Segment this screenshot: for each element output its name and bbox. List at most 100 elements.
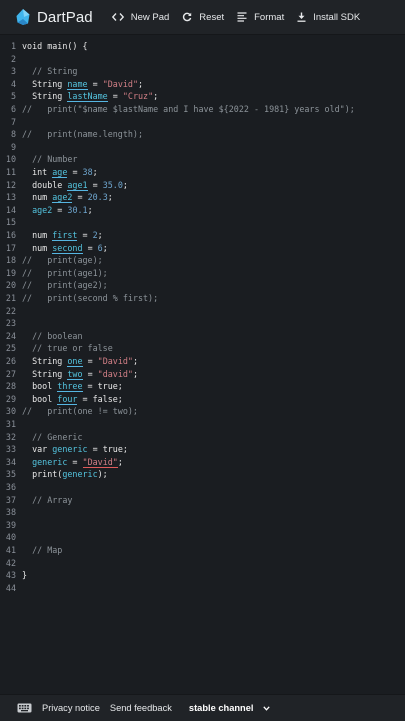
code-token: num [22, 192, 53, 203]
code-text[interactable]: int age = 38; [22, 166, 98, 179]
code-text[interactable]: generic = "David"; [22, 456, 123, 469]
code-token: = [87, 179, 103, 190]
dart-logo-icon [16, 9, 30, 25]
code-token: // print(one != two); [22, 406, 138, 417]
code-text[interactable]: String one = "David"; [22, 355, 138, 368]
code-text[interactable]: // print(second % first); [22, 292, 158, 305]
code-token: lastName [67, 91, 108, 103]
line-number: 5 [10, 91, 16, 102]
code-text[interactable]: } [22, 569, 27, 582]
line-number: 43 [5, 570, 16, 581]
code-token: double [22, 179, 68, 190]
code-text[interactable]: // boolean [22, 330, 82, 343]
reset-label: Reset [199, 11, 225, 23]
download-icon [297, 12, 306, 22]
line-number: 27 [5, 368, 16, 379]
code-token: ; [102, 242, 108, 253]
code-text[interactable]: num second = 6; [22, 242, 108, 255]
code-token: ; [107, 192, 113, 203]
code-token: ; [92, 167, 98, 177]
code-text[interactable]: // true or false [22, 342, 113, 355]
line-number: 10 [5, 154, 16, 165]
code-text[interactable]: // print(age1); [22, 267, 108, 280]
code-text[interactable]: // Number [22, 153, 77, 166]
line-number: 23 [5, 318, 16, 329]
channel-select[interactable]: stable channel [189, 703, 270, 713]
install-sdk-button[interactable]: Install SDK [297, 12, 360, 23]
code-token: "david" [97, 368, 133, 379]
line-number: 2 [10, 53, 16, 64]
keyboard-icon[interactable] [17, 703, 32, 713]
top-toolbar: DartPad New Pad Reset Format Install SDK [0, 0, 405, 35]
code-text[interactable]: // print(age); [22, 254, 103, 267]
code-token: // String [22, 66, 78, 77]
code-text[interactable]: // print(name.length); [22, 128, 143, 141]
format-align-icon [237, 12, 247, 22]
code-token: ); [97, 469, 108, 480]
line-number: 36 [5, 482, 16, 492]
line-number: 16 [5, 230, 16, 240]
line-number: 25 [5, 343, 16, 354]
dartpad-logo[interactable]: DartPad [15, 8, 93, 26]
code-token: = [87, 78, 103, 89]
code-token: "David" [97, 356, 133, 366]
code-text[interactable]: bool four = false; [22, 393, 123, 406]
privacy-notice-link[interactable]: Privacy notice [42, 703, 100, 713]
code-token: String [22, 356, 68, 366]
reset-button[interactable]: Reset [182, 12, 224, 23]
send-feedback-link[interactable]: Send feedback [110, 703, 172, 713]
code-text[interactable]: String lastName = "Cruz"; [22, 90, 158, 103]
code-token: name [67, 78, 88, 90]
line-number: 21 [5, 293, 16, 303]
code-token: first [52, 230, 78, 241]
code-token: ; [87, 204, 93, 215]
line-number: 18 [5, 255, 16, 266]
refresh-icon [182, 12, 192, 22]
code-token: // Number [22, 154, 78, 165]
code-token: // print("$name $lastName and I have ${2… [22, 104, 355, 114]
code-text[interactable]: double age1 = 35.0; [22, 179, 128, 192]
code-token: void main() { [22, 41, 88, 51]
code-token: var [22, 444, 53, 455]
code-token: // true or false [22, 343, 113, 354]
code-text[interactable]: String name = "David"; [22, 78, 143, 91]
code-token: 20.3 [87, 192, 108, 203]
code-text[interactable]: // print("$name $lastName and I have ${2… [22, 103, 355, 116]
code-token: = [107, 91, 123, 102]
code-token: // print(second % first); [22, 293, 159, 303]
line-number: 33 [5, 444, 16, 455]
code-text[interactable]: // Map [22, 544, 62, 557]
code-token: age1 [67, 179, 88, 191]
line-number: 39 [5, 519, 16, 530]
code-text[interactable]: void main() { [22, 40, 88, 53]
line-number: 3 [10, 66, 16, 77]
code-text[interactable]: // String [22, 65, 77, 78]
code-token: one [67, 356, 83, 367]
code-text[interactable]: num age2 = 20.3; [22, 191, 113, 204]
code-text[interactable]: String two = "david"; [22, 368, 138, 381]
new-pad-button[interactable]: New Pad [111, 12, 169, 23]
line-number: 31 [5, 419, 16, 429]
code-text[interactable]: // print(age2); [22, 279, 108, 292]
code-text[interactable]: // Array [22, 494, 72, 507]
code-token: = true; [82, 381, 123, 392]
code-editor[interactable]: 1 void main() {2 3 // String 4 String name … [0, 40, 405, 690]
code-text[interactable]: num first = 2; [22, 229, 103, 242]
code-token: // print(age1); [22, 267, 108, 278]
chevron-down-icon [262, 705, 270, 711]
code-text[interactable]: print(generic); [22, 468, 108, 481]
line-number: 38 [5, 507, 16, 518]
format-button[interactable]: Format [237, 12, 284, 23]
code-text[interactable]: age2 = 30.1; [22, 204, 93, 217]
code-text[interactable]: // Generic [22, 431, 82, 444]
code-token: = true; [87, 444, 128, 455]
code-text[interactable]: var generic = true; [22, 443, 128, 456]
code-text[interactable]: bool three = true; [22, 380, 123, 393]
format-label: Format [254, 11, 285, 23]
line-number: 40 [5, 532, 16, 543]
code-token: String [22, 368, 68, 379]
code-text[interactable]: // print(one != two); [22, 405, 138, 418]
code-token: ; [132, 368, 139, 379]
code-token: = [72, 192, 88, 203]
